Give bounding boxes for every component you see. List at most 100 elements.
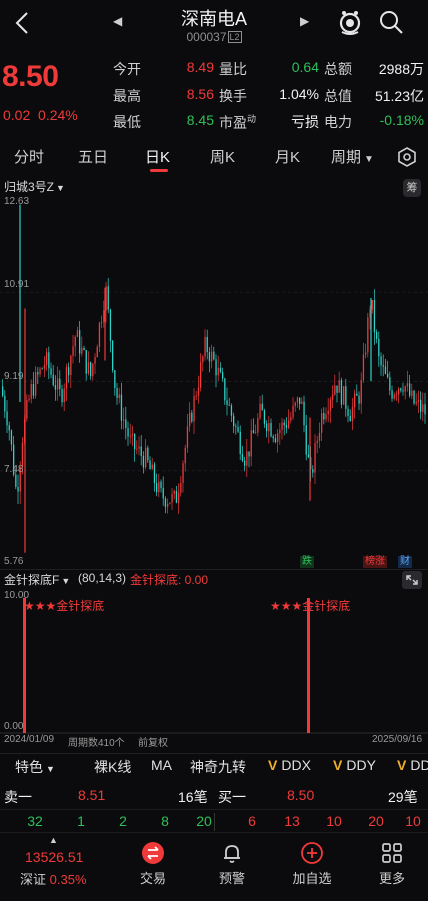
candle-body [17,486,19,492]
candle-body [63,388,65,403]
candle-body [6,411,8,426]
candle-body [296,397,299,403]
indicator-toolbar: 特色▼ 裸K线 MA 神奇九转 VDDX VDDY VDDZ [0,753,428,779]
candle-body [59,378,61,390]
indicator-ddx[interactable]: V DDX [268,757,311,773]
candle-body [274,438,277,442]
buy-one-label: 买一 [218,789,246,805]
y-label-3: 7.48 [4,464,24,475]
add-watchlist-icon[interactable] [300,841,324,865]
tab-weekly-k[interactable]: 周K [210,146,235,167]
queue-divider [214,813,215,831]
candle-body [195,395,197,397]
candle-body [83,347,85,351]
sub-indicator-selector[interactable]: 金针探底F ▼ [4,571,70,588]
candle-body [2,386,4,396]
search-icon[interactable] [378,9,404,35]
tab-five-day[interactable]: 五日 [78,146,108,167]
candle-body [398,388,400,395]
label-pe-text: 市盈 [219,114,247,131]
candle-body [358,395,360,404]
candle-body [107,286,109,310]
candle-body [406,383,409,387]
indicator-ddy-label: DDY [346,757,376,773]
nav-alert[interactable]: 预警 [212,868,252,887]
candle-body [87,362,90,374]
nav-trade[interactable]: 交易 [133,868,173,887]
indicator-ddy[interactable]: V DDY [333,757,376,773]
value-turnover-amount: 2988万 [378,61,424,77]
candle-body [283,422,285,426]
candle-body [103,310,105,322]
candle-body [387,373,389,378]
candle-body [305,425,307,455]
candle-body [206,336,208,353]
indicator-naked-k[interactable]: 裸K线 [94,757,131,777]
event-flag-blue[interactable]: 财 [398,556,412,568]
period-tabs: 分时 五日 日K 周K 月K 周期 ▼ [0,142,428,174]
kline-candles [2,204,426,553]
tab-period-dropdown[interactable]: 周期 ▼ [331,146,374,167]
hexagon-settings-icon[interactable] [396,146,418,168]
index-value[interactable]: 13526.51 [25,849,83,865]
special-indicator-dropdown[interactable]: 特色 ▼ [15,757,55,777]
event-flag-red[interactable]: 榜涨 [363,556,387,568]
candle-body [65,367,68,389]
candle-body [362,354,365,380]
assistant-bot-icon[interactable] [336,8,364,36]
label-market-cap: 总值 [324,88,352,104]
candle-body [138,446,140,449]
y-label-2: 9.19 [4,371,24,382]
tab-daily-k[interactable]: 日K [145,146,170,167]
candle-body [409,383,411,396]
indicator-ddz[interactable]: VDDZ [397,757,428,773]
main-indicator-selector[interactable]: 归城3号Z ▼ [4,178,65,195]
candle-body [120,394,123,421]
tab-intraday[interactable]: 分时 [14,146,44,167]
candle-body [292,406,294,418]
kline-chart[interactable] [0,195,428,570]
adjust-mode[interactable]: 前复权 [138,734,168,749]
candle-body [204,336,206,357]
candle-body [347,408,349,416]
candle-body [312,469,314,473]
candle-body [215,359,217,376]
index-name-change[interactable]: 深证 0.35% [20,869,87,888]
next-stock-arrow-icon[interactable]: ▶ [300,14,309,28]
y-label-max: 12.63 [4,196,30,207]
candle-body [239,431,241,455]
caret-down-icon: ▼ [46,764,55,774]
candle-body [30,384,32,399]
change-percent: 0.24% [38,107,78,123]
tab-monthly-k[interactable]: 月K [275,146,300,167]
candle-body [316,440,318,444]
nav-add-watchlist[interactable]: 加自选 [286,868,338,887]
grid-more-icon[interactable] [380,841,404,865]
candle-body [382,365,384,367]
candle-body [318,432,321,441]
candle-body [54,385,57,390]
label-low: 最低 [113,114,141,130]
event-flag-green[interactable]: 跌 [300,556,314,568]
candle-body [48,352,50,369]
label-volume-ratio: 量比 [219,61,247,77]
sub-indicator-value: 金针探底: 0.00 [130,573,209,587]
candle-body [171,493,173,503]
caret-down-icon: ▼ [56,183,65,193]
indicator-magic-nine[interactable]: 神奇九转 [190,757,246,777]
expand-icon[interactable] [402,571,422,589]
buy-queue-4: 10 [405,813,421,829]
indicator-ma[interactable]: MA [151,757,172,773]
nav-more[interactable]: 更多 [372,868,412,887]
candle-body [151,464,153,470]
trade-icon[interactable] [141,841,165,865]
candle-body [389,377,391,391]
bell-icon[interactable] [220,841,244,865]
candle-body [345,386,347,409]
sector-name[interactable]: 电力 [324,112,352,132]
candle-body [202,356,204,363]
vip-v-icon: V [397,757,407,773]
candle-body [244,460,246,466]
candle-body [186,426,189,448]
candle-body [395,394,398,396]
